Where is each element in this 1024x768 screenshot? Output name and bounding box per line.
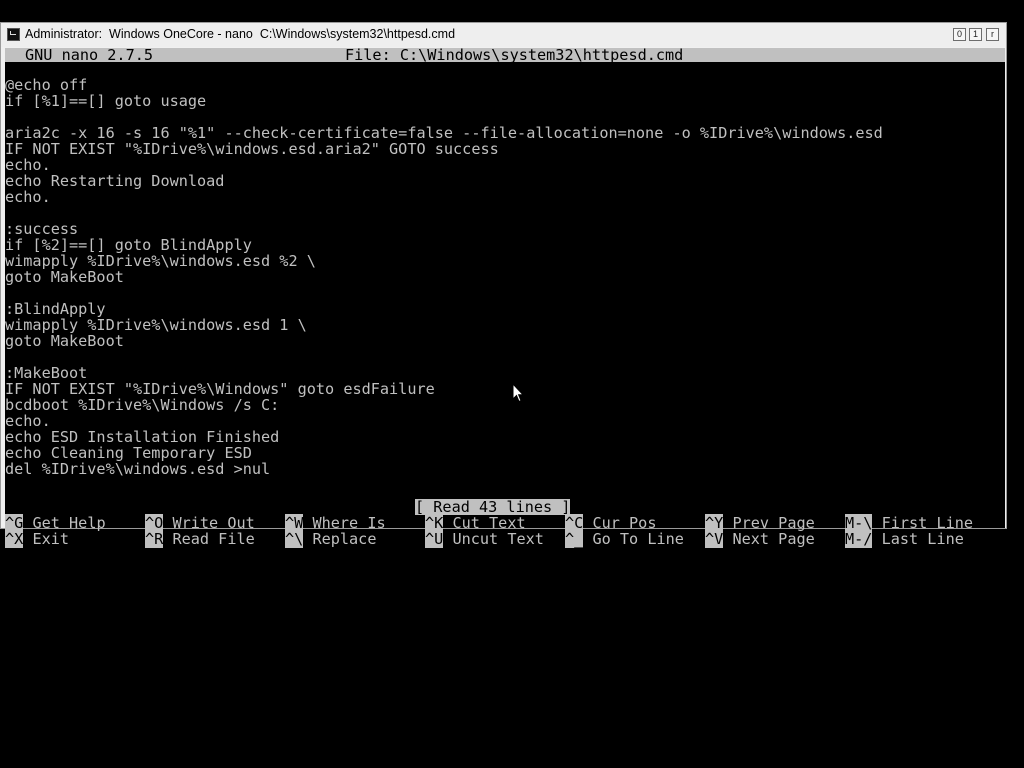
shortcut-item[interactable]: ^U Uncut Text xyxy=(425,530,544,548)
editor-line: echo ESD Installation Finished xyxy=(5,428,280,446)
editor-line: :BlindApply xyxy=(5,300,106,318)
shortcut-key: M-/ xyxy=(845,530,873,548)
shortcut-key: ^R xyxy=(145,530,164,548)
shortcut-label: Go To Line xyxy=(592,530,684,548)
minimize-button[interactable]: 0 xyxy=(953,28,966,41)
editor-line: if [%2]==[] goto BlindApply xyxy=(5,236,252,254)
shortcut-label: Read File xyxy=(172,530,255,548)
shortcut-key: ^V xyxy=(705,530,724,548)
mouse-pointer-icon xyxy=(512,383,524,403)
shortcut-item[interactable]: ^W Where Is xyxy=(285,514,386,532)
shortcut-item[interactable]: ^V Next Page xyxy=(705,530,815,548)
window-title: Administrator: Windows OneCore - nano C:… xyxy=(25,27,456,41)
shortcut-label: Next Page xyxy=(732,530,815,548)
shortcut-item[interactable]: ^_ Go To Line xyxy=(565,530,684,548)
shortcut-key: ^\ xyxy=(285,530,304,548)
shortcut-item[interactable]: ^\ Replace xyxy=(285,530,377,548)
shortcut-item[interactable]: ^G Get Help xyxy=(5,514,106,532)
shortcut-item[interactable]: M-/ Last Line xyxy=(845,530,964,548)
shortcut-label: Uncut Text xyxy=(452,530,544,548)
shortcut-item[interactable]: ^C Cur Pos xyxy=(565,514,656,532)
editor-line: :success xyxy=(5,220,79,238)
shortcut-item[interactable]: ^R Read File xyxy=(145,530,255,548)
shortcut-item[interactable]: ^Y Prev Page xyxy=(705,514,815,532)
console-icon xyxy=(7,28,20,41)
shortcut-label: Exit xyxy=(32,530,70,548)
editor-line: wimapply %IDrive%\windows.esd 1 \ xyxy=(5,316,307,334)
nano-editor[interactable]: GNU nano 2.7.5 File: C:\Windows\system32… xyxy=(5,46,1005,548)
nano-file-name: File: C:\Windows\system32\httpesd.cmd xyxy=(345,46,684,64)
console-window: Administrator: Windows OneCore - nano C:… xyxy=(0,22,1007,548)
editor-line: IF NOT EXIST "%IDrive%\Windows" goto esd… xyxy=(5,380,435,398)
shortcut-key: ^_ xyxy=(565,530,584,548)
editor-line: echo. xyxy=(5,156,51,174)
shortcut-key: ^X xyxy=(5,530,24,548)
shortcut-item[interactable]: ^O Write Out xyxy=(145,514,255,532)
editor-line: aria2c -x 16 -s 16 "%1" --check-certific… xyxy=(5,124,883,142)
editor-line: wimapply %IDrive%\windows.esd %2 \ xyxy=(5,252,316,270)
editor-line: echo Cleaning Temporary ESD xyxy=(5,444,252,462)
nano-version: GNU nano 2.7.5 xyxy=(25,46,154,64)
window-titlebar[interactable]: Administrator: Windows OneCore - nano C:… xyxy=(1,23,1006,47)
maximize-button[interactable]: 1 xyxy=(969,28,982,41)
shortcut-label: Last Line xyxy=(881,530,964,548)
editor-line: :MakeBoot xyxy=(5,364,88,382)
editor-line: @echo off xyxy=(5,76,88,94)
editor-line: goto MakeBoot xyxy=(5,268,124,286)
editor-line: IF NOT EXIST "%IDrive%\windows.esd.aria2… xyxy=(5,140,499,158)
shortcut-item[interactable]: M-\ First Line xyxy=(845,514,973,532)
editor-line: goto MakeBoot xyxy=(5,332,124,350)
shortcut-item[interactable]: ^X Exit xyxy=(5,530,70,548)
shortcut-item[interactable]: ^K Cut Text xyxy=(425,514,526,532)
editor-line: del %IDrive%\windows.esd >nul xyxy=(5,460,271,478)
editor-line: echo. xyxy=(5,188,51,206)
status-message: [ Read 43 lines ] xyxy=(415,498,571,516)
restore-button[interactable]: r xyxy=(986,28,999,41)
editor-line: echo. xyxy=(5,412,51,430)
shortcut-key: ^U xyxy=(425,530,444,548)
nano-header-bar: GNU nano 2.7.5 File: C:\Windows\system32… xyxy=(5,46,1005,64)
editor-line: bcdboot %IDrive%\Windows /s C: xyxy=(5,396,280,414)
editor-line: echo Restarting Download xyxy=(5,172,225,190)
shortcut-label: Replace xyxy=(312,530,377,548)
editor-line: if [%1]==[] goto usage xyxy=(5,92,207,110)
